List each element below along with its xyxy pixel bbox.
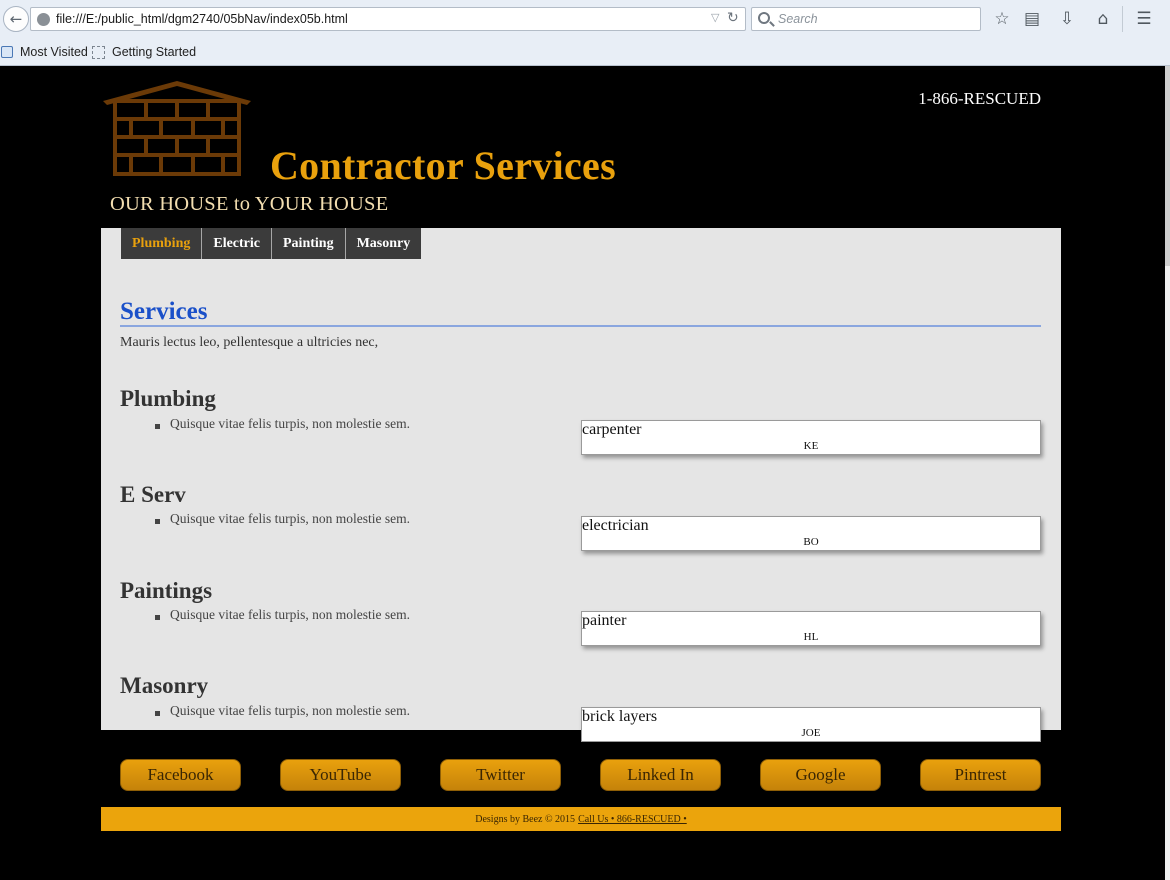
- search-input[interactable]: Search: [751, 7, 981, 31]
- footer-call-link[interactable]: Call Us • 866-RESCUED •: [578, 814, 687, 825]
- bookmarks-bar: Most Visited Getting Started: [0, 40, 1170, 66]
- phone-number: 1-866-RESCUED: [918, 89, 1041, 108]
- google-button[interactable]: Google: [760, 759, 881, 791]
- toolbar-separator: [1122, 6, 1123, 32]
- nav-item-electric[interactable]: Electric: [202, 228, 272, 259]
- card-title: electrician: [582, 517, 649, 534]
- section-heading-paintings: Paintings: [120, 578, 213, 603]
- browser-chrome: ← file:///E:/public_html/dgm2740/05bNav/…: [0, 0, 1170, 66]
- footer-credit: Designs by Beez © 2015: [475, 813, 576, 825]
- most-visited-icon: [1, 46, 13, 58]
- nav-item-painting[interactable]: Painting: [272, 228, 346, 259]
- card-title: brick layers: [582, 708, 658, 725]
- worker-card: brick layers JOE: [581, 707, 1041, 742]
- worker-card: electrician BO: [581, 516, 1041, 551]
- home-icon[interactable]: ⌂: [1091, 7, 1115, 31]
- site-tagline: OUR HOUSE to YOUR HOUSE: [110, 193, 389, 215]
- services-heading: Services: [120, 298, 208, 325]
- pintrest-button[interactable]: Pintrest: [920, 759, 1041, 791]
- reading-list-icon[interactable]: ▤: [1020, 7, 1044, 31]
- nav-item-plumbing[interactable]: Plumbing: [121, 228, 203, 259]
- facebook-button[interactable]: Facebook: [120, 759, 241, 791]
- site-info-icon[interactable]: [37, 13, 50, 26]
- menu-icon[interactable]: ☰: [1132, 7, 1156, 31]
- house-logo: [101, 81, 253, 181]
- back-arrow-icon: ←: [9, 10, 23, 28]
- search-icon: [758, 12, 770, 24]
- scrollbar-thumb[interactable]: [1165, 66, 1170, 266]
- section-heading-plumbing: Plumbing: [120, 386, 216, 411]
- search-placeholder: Search: [778, 12, 818, 26]
- nav-item-masonry[interactable]: Masonry: [345, 228, 422, 259]
- linkedin-button[interactable]: Linked In: [600, 759, 721, 791]
- worker-card: painter HL: [581, 611, 1041, 646]
- site-footer: Designs by Beez © 2015 Call Us • 866-RES…: [101, 807, 1061, 831]
- services-intro: Mauris lectus leo, pellentesque a ultric…: [120, 335, 379, 350]
- address-bar[interactable]: file:///E:/public_html/dgm2740/05bNav/in…: [30, 7, 746, 31]
- bookmark-most-visited[interactable]: Most Visited: [20, 45, 88, 59]
- worker-card: carpenter KE: [581, 420, 1041, 455]
- bullet-marker: [155, 615, 160, 620]
- youtube-button[interactable]: YouTube: [280, 759, 401, 791]
- card-title: painter: [582, 612, 627, 629]
- twitter-button[interactable]: Twitter: [440, 759, 561, 791]
- heading-rule: [120, 325, 1041, 327]
- history-dropdown-icon[interactable]: ▽: [711, 11, 719, 24]
- card-name: HL: [803, 631, 819, 643]
- card-title: carpenter: [582, 421, 642, 438]
- section-heading-eserv: E Serv: [120, 482, 186, 507]
- page-viewport: 1-866-RESCUED Contractor Services OUR HO…: [0, 66, 1165, 880]
- main-nav: Plumbing Electric Painting Masonry: [121, 228, 422, 259]
- back-button[interactable]: ←: [3, 6, 29, 32]
- section-bullet-text: Quisque vitae felis turpis, non molestie…: [170, 607, 410, 622]
- reload-icon[interactable]: ↻: [727, 10, 739, 26]
- bullet-marker: [155, 711, 160, 716]
- section-heading-masonry: Masonry: [120, 673, 209, 698]
- card-name: JOE: [801, 727, 821, 739]
- bookmark-star-icon[interactable]: ☆: [990, 7, 1014, 31]
- getting-started-icon: [92, 46, 105, 59]
- card-name: KE: [803, 440, 819, 452]
- bullet-marker: [155, 424, 160, 429]
- site-title: Contractor Services: [270, 143, 616, 188]
- browser-toolbar: ← file:///E:/public_html/dgm2740/05bNav/…: [0, 0, 1170, 38]
- section-bullet-text: Quisque vitae felis turpis, non molestie…: [170, 511, 410, 526]
- bookmark-getting-started[interactable]: Getting Started: [112, 45, 196, 59]
- main-content: Plumbing Electric Painting Masonry Servi…: [101, 228, 1061, 730]
- section-bullet-text: Quisque vitae felis turpis, non molestie…: [170, 416, 410, 431]
- url-text: file:///E:/public_html/dgm2740/05bNav/in…: [56, 12, 348, 26]
- section-bullet-text: Quisque vitae felis turpis, non molestie…: [170, 703, 410, 718]
- bullet-marker: [155, 519, 160, 524]
- card-name: BO: [803, 536, 819, 548]
- download-icon[interactable]: ⇩: [1055, 7, 1079, 31]
